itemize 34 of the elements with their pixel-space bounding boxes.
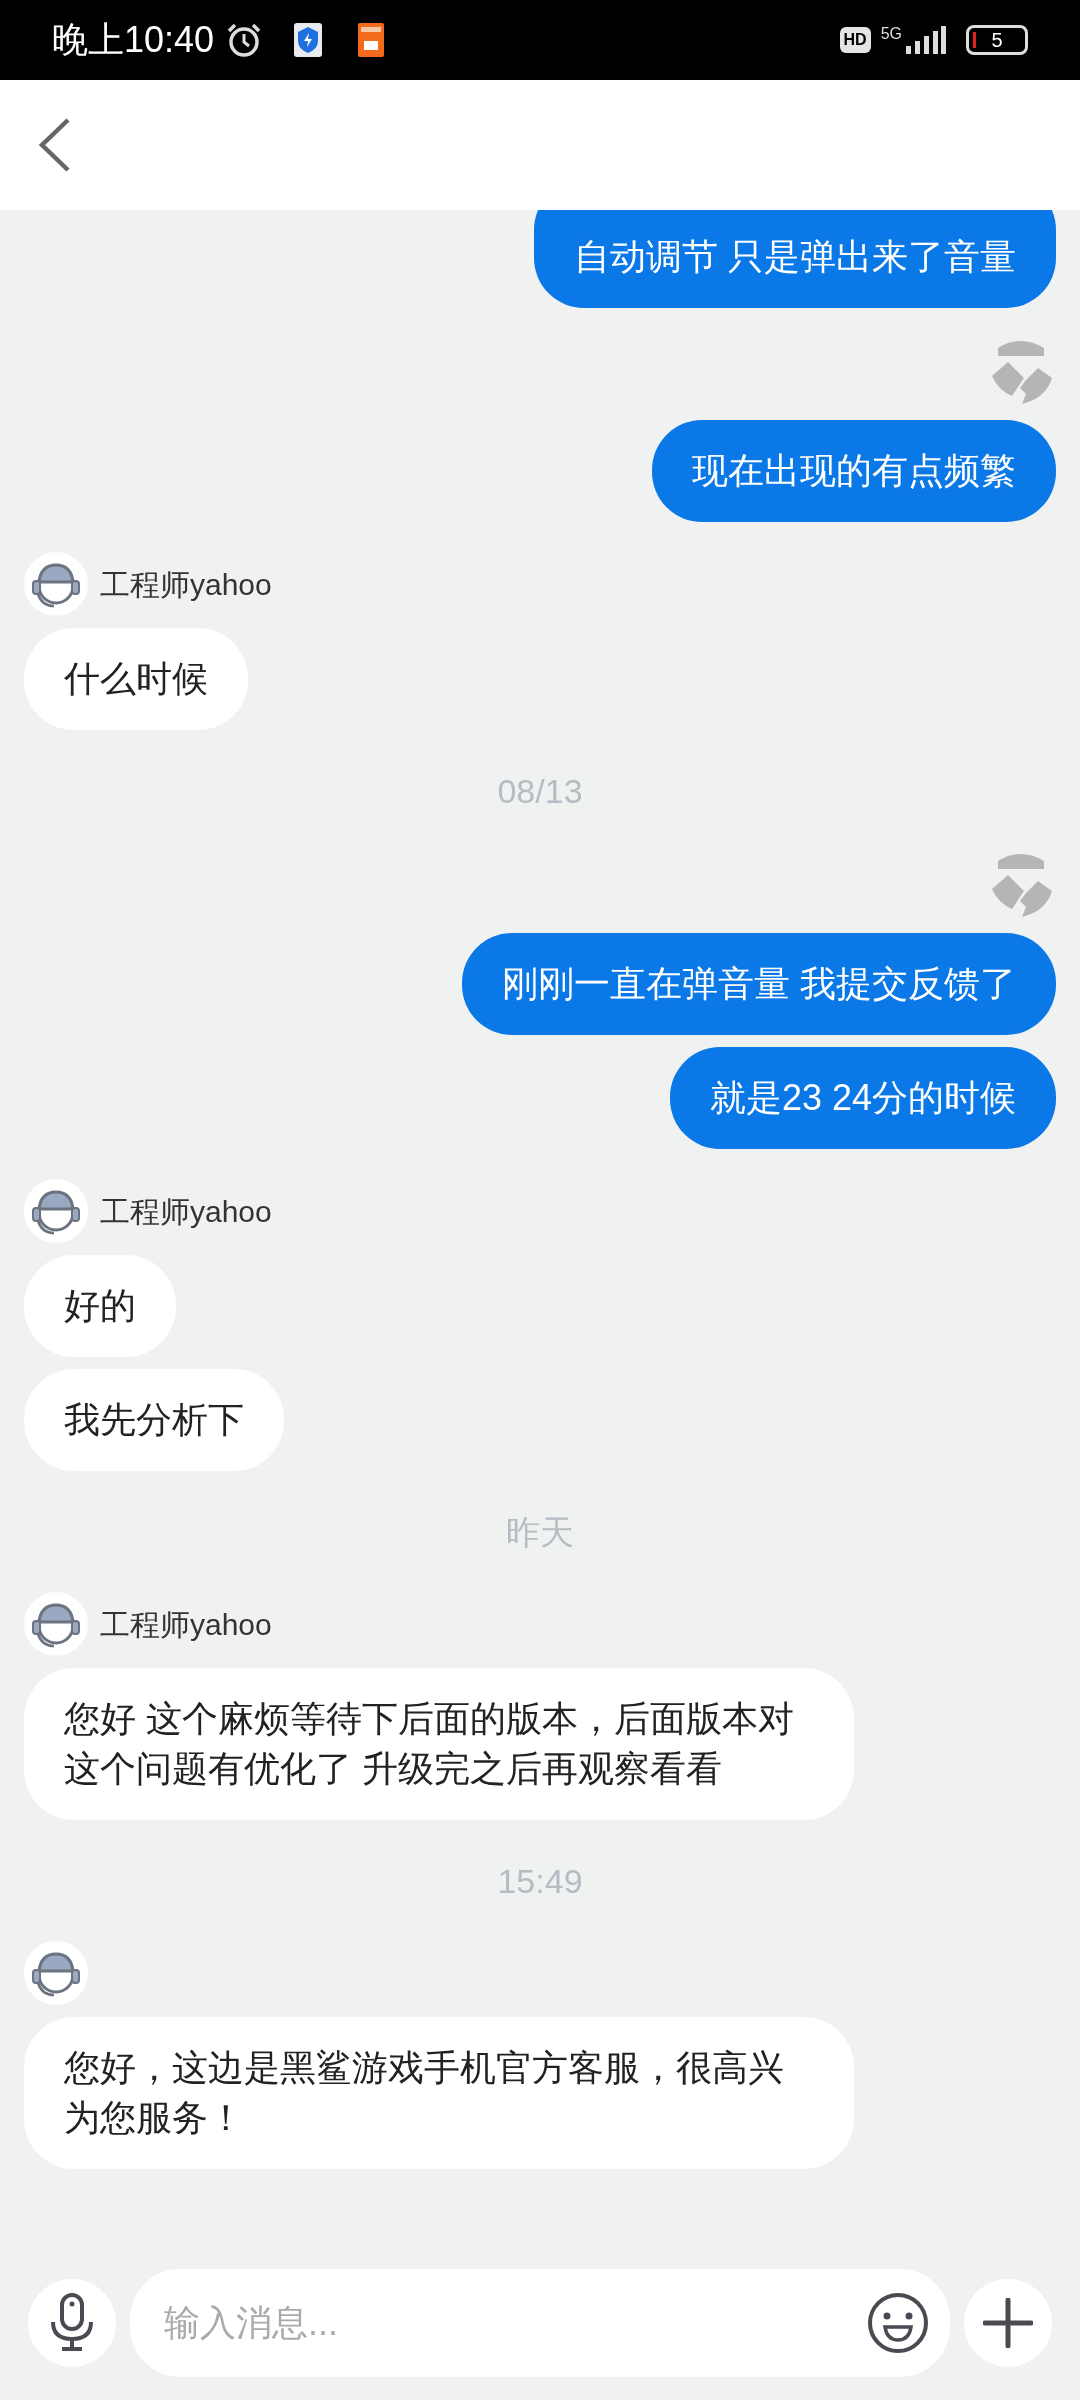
shield-icon: [294, 23, 323, 57]
message-input[interactable]: 输入消息...: [164, 2295, 866, 2350]
message-bubble: 好的: [24, 1255, 176, 1357]
microphone-icon: [50, 2292, 94, 2353]
message-field[interactable]: 输入消息...: [130, 2268, 950, 2377]
timestamp: 15:49: [497, 1861, 583, 1902]
message-bubble: 您好，这边是黑鲨游戏手机官方客服，很高兴为您服务！: [24, 2017, 854, 2169]
message-bubble: 我先分析下: [24, 1369, 284, 1471]
emoji-button[interactable]: [866, 2290, 930, 2355]
alarm-icon: [226, 22, 263, 58]
hd-indicator: HD: [839, 27, 871, 53]
agent-avatar: [24, 552, 88, 616]
plus-icon: [983, 2297, 1033, 2348]
app-icon: [358, 23, 385, 57]
battery-level: 5: [991, 30, 1003, 50]
agent-avatar: [24, 1179, 88, 1243]
timestamp: 昨天: [506, 1512, 574, 1553]
message-bubble: 什么时候: [24, 628, 248, 730]
network-label: 5G: [880, 26, 902, 42]
message-bubble: 就是23 24分的时候: [669, 1047, 1056, 1149]
message-bubble: 您好 这个麻烦等待下后面的版本，后面版本对这个问题有优化了 升级完之后再观察看看: [24, 1668, 854, 1820]
sender-name: 工程师yahoo: [100, 1606, 272, 1643]
message-bubble: 刚刚一直在弹音量 我提交反馈了: [462, 933, 1056, 1035]
timestamp: 08/13: [497, 771, 583, 812]
sender-name: 工程师yahoo: [100, 1193, 272, 1230]
status-time: 晚上10:40: [52, 18, 215, 62]
agent-avatar: [24, 1941, 88, 2005]
signal-icon: [906, 26, 946, 54]
back-icon: [36, 116, 72, 174]
agent-avatar: [24, 1592, 88, 1656]
sender-name: 工程师yahoo: [100, 566, 272, 603]
message-bubble: 自动调节 只是弹出来了音量: [534, 210, 1056, 308]
message-bubble: 现在出现的有点频繁: [652, 420, 1056, 522]
smiley-icon: [867, 2291, 929, 2354]
